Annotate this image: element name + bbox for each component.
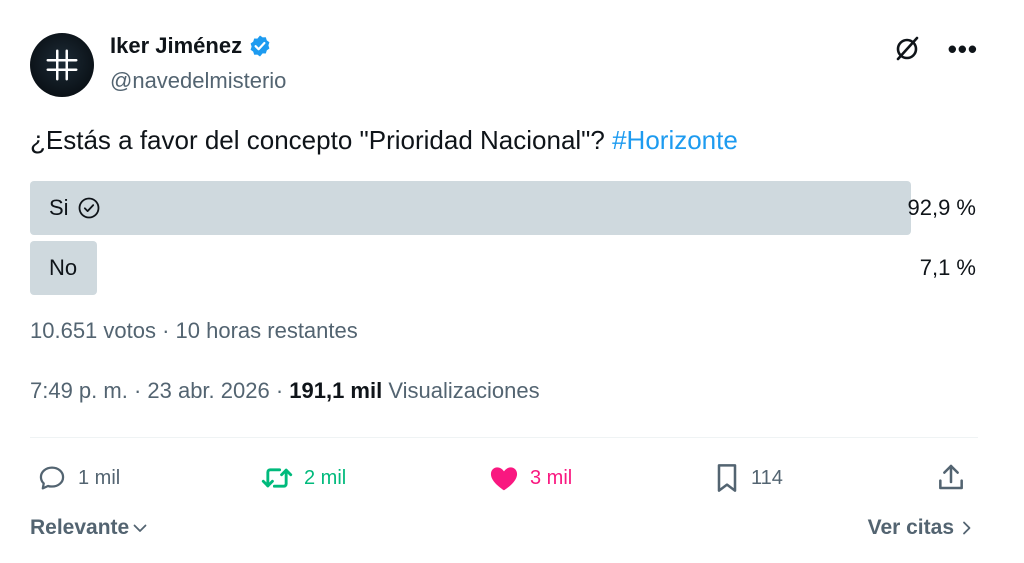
sort-label: Relevante [30, 516, 130, 539]
retweet-icon [261, 468, 293, 488]
poll-option-percent: 7,1 % [919, 255, 976, 280]
bookmark-icon [717, 464, 737, 492]
chevron-down-icon [133, 524, 147, 532]
like-button[interactable]: 3 mil [488, 460, 572, 496]
author-name-row[interactable]: Iker Jiménez [110, 33, 272, 59]
poll-option-percent: 92,9 % [907, 195, 977, 220]
quotes-label: Ver citas [867, 516, 954, 539]
tweet-text: ¿Estás a favor del concepto "Prioridad N… [30, 125, 738, 156]
poll: Si 92,9 % No 7,1 % [30, 181, 978, 301]
poll-option-text: No [49, 255, 78, 280]
check-circle-icon [77, 196, 101, 220]
action-bar: 1 mil 2 mil 3 mil 114 [30, 460, 978, 496]
poll-bar-fill [30, 181, 911, 235]
heart-icon [490, 467, 518, 491]
poll-option-text: Si [49, 195, 69, 220]
poll-option: No 7,1 % [30, 241, 978, 295]
retweet-button[interactable]: 2 mil [260, 460, 346, 496]
author-display-name[interactable]: Iker Jiménez [110, 33, 242, 59]
bookmark-count: 114 [751, 466, 783, 489]
avatar[interactable] [30, 33, 94, 97]
header-actions: ••• [892, 34, 978, 64]
reply-count: 1 mil [78, 466, 121, 489]
grok-icon[interactable] [892, 34, 922, 64]
tweet-meta: 7:49 p. m. · 23 abr. 2026 · 191,1 mil Vi… [30, 378, 540, 404]
view-quotes-link[interactable]: Ver citas [868, 516, 974, 540]
poll-option: Si 92,9 % [30, 181, 978, 235]
more-options-icon[interactable]: ••• [948, 36, 978, 62]
share-icon [939, 464, 963, 490]
views-count: 191,1 mil [289, 378, 383, 403]
share-button[interactable] [935, 460, 967, 496]
verified-badge-icon[interactable] [248, 34, 272, 58]
hash-logo-icon [46, 49, 78, 81]
poll-option-label: Si [49, 181, 101, 235]
timestamp-link[interactable]: 7:49 p. m. · 23 abr. 2026 · [30, 378, 289, 403]
chevron-right-icon [963, 521, 971, 535]
replies-footer: Relevante Ver citas [30, 516, 974, 544]
divider [30, 437, 978, 438]
poll-meta: 10.651 votos · 10 horas restantes [30, 318, 358, 343]
views-label: Visualizaciones [382, 378, 540, 403]
hashtag-link[interactable]: #Horizonte [612, 125, 738, 155]
poll-option-label: No [49, 241, 77, 295]
reply-icon [39, 466, 65, 490]
author-handle[interactable]: @navedelmisterio [110, 68, 286, 94]
retweet-count: 2 mil [304, 466, 347, 489]
like-count: 3 mil [530, 466, 573, 489]
reply-button[interactable]: 1 mil [36, 460, 120, 496]
tweet-body: ¿Estás a favor del concepto "Prioridad N… [30, 125, 613, 155]
bookmark-button[interactable]: 114 [713, 460, 783, 496]
sort-dropdown[interactable]: Relevante [30, 516, 149, 540]
